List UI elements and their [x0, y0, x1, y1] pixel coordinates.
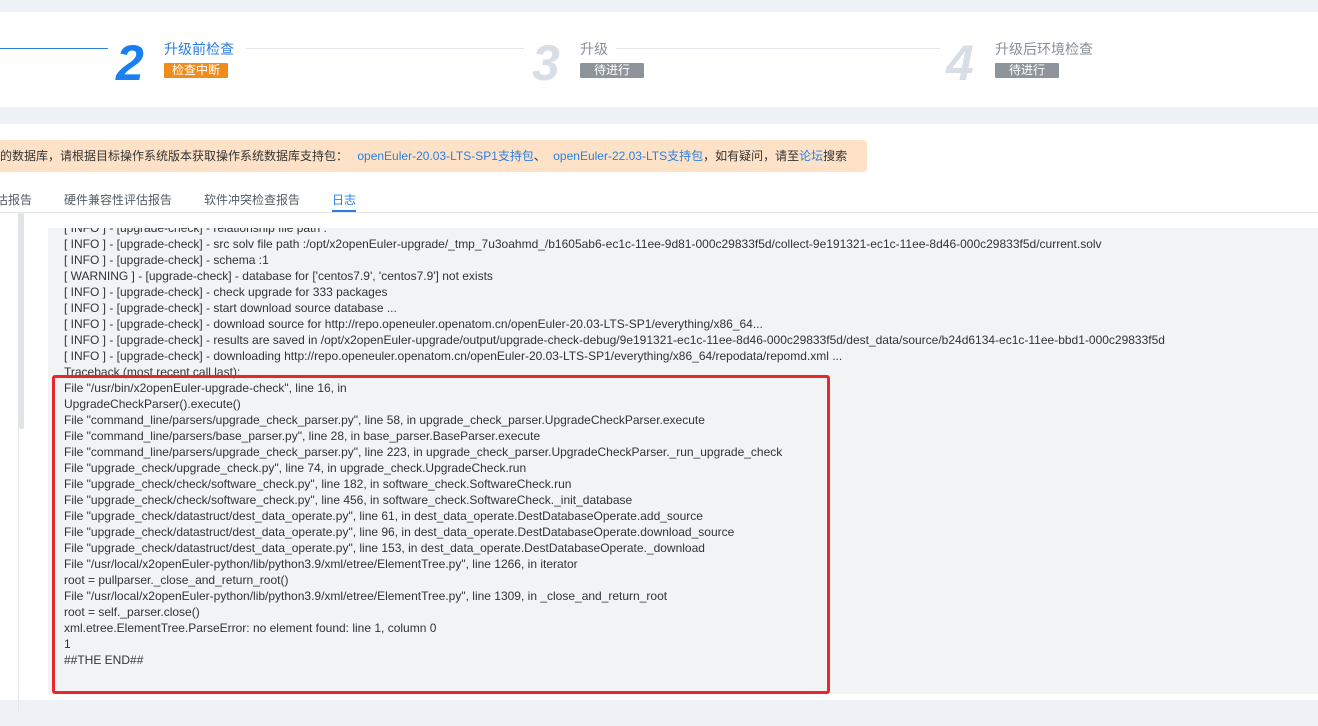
step-4-number: 4 — [946, 35, 974, 91]
log-line: File "/usr/local/x2openEuler-python/lib/… — [64, 589, 668, 603]
log-line: [ INFO ] - [upgrade-check] - results are… — [64, 333, 1165, 347]
log-line: File "command_line/parsers/upgrade_check… — [64, 413, 705, 427]
step-3-number: 3 — [532, 35, 560, 91]
step-connector — [246, 48, 524, 49]
log-line: [ INFO ] - [upgrade-check] - check upgra… — [64, 285, 388, 299]
step-3-title: 升级 — [580, 41, 608, 57]
scrollbar-thumb[interactable] — [19, 213, 24, 429]
log-line: File "/usr/bin/x2openEuler-upgrade-check… — [64, 381, 347, 395]
log-line: [ INFO ] - [upgrade-check] - relationshi… — [64, 228, 327, 235]
tab-log[interactable]: 日志 — [332, 192, 356, 208]
step-3-status-badge: 待进行 — [580, 63, 644, 78]
tab-assessment-report[interactable]: 估报告 — [0, 192, 32, 208]
forum-link[interactable]: 论坛 — [799, 149, 823, 163]
log-line: [ INFO ] - [upgrade-check] - schema :1 — [64, 253, 269, 267]
log-line: [ WARNING ] - [upgrade-check] - database… — [64, 269, 493, 283]
step-2-status-badge: 检查中断 — [164, 63, 228, 78]
log-line: File "upgrade_check/datastruct/dest_data… — [64, 525, 735, 539]
log-line: File "/usr/local/x2openEuler-python/lib/… — [64, 557, 578, 571]
log-line: File "upgrade_check/check/software_check… — [64, 493, 633, 507]
notice-text-end: 搜索 — [823, 149, 848, 163]
log-line: root = self._parser.close() — [64, 605, 200, 619]
database-notice: 的数据库，请根据目标操作系统版本获取操作系统数据库支持包： openEuler-… — [0, 140, 867, 172]
notice-text: 的数据库，请根据目标操作系统版本获取操作系统数据库支持包： — [0, 149, 349, 163]
log-panel[interactable]: [ INFO ] - [upgrade-check] - relationshi… — [48, 228, 1318, 694]
log-line: File "upgrade_check/check/software_check… — [64, 477, 572, 491]
sp1-package-link[interactable]: openEuler-20.03-LTS-SP1支持包 — [357, 149, 534, 163]
log-line: File "upgrade_check/datastruct/dest_data… — [64, 509, 703, 523]
log-line: File "command_line/parsers/base_parser.p… — [64, 429, 541, 443]
step-4-status-badge: 待进行 — [995, 63, 1059, 78]
tab-hardware-compat-report[interactable]: 硬件兼容性评估报告 — [64, 192, 172, 208]
log-line: File "upgrade_check/datastruct/dest_data… — [64, 541, 705, 555]
log-line: 1 — [64, 637, 71, 651]
log-line: root = pullparser._close_and_return_root… — [64, 573, 289, 587]
step-2-title: 升级前检查 — [164, 41, 234, 57]
step-2-number: 2 — [116, 35, 144, 91]
log-line: [ INFO ] - [upgrade-check] - src solv fi… — [64, 237, 1102, 251]
log-line: File "upgrade_check/upgrade_check.py", l… — [64, 461, 527, 475]
step-connector — [616, 48, 940, 49]
tab-software-conflict-report[interactable]: 软件冲突检查报告 — [204, 192, 300, 208]
log-line: UpgradeCheckParser().execute() — [64, 397, 241, 411]
step-connector — [0, 48, 108, 49]
log-line: Traceback (most recent call last): — [64, 365, 241, 379]
log-line: ##THE END## — [64, 653, 144, 667]
report-tabs: 估报告 硬件兼容性评估报告 软件冲突检查报告 日志 — [0, 190, 1318, 213]
log-line: [ INFO ] - [upgrade-check] - download so… — [64, 317, 763, 331]
notice-separator: 、 — [533, 149, 546, 163]
log-content: [ INFO ] - [upgrade-check] - relationshi… — [64, 228, 1165, 668]
log-line: [ INFO ] - [upgrade-check] - downloading… — [64, 349, 843, 363]
step-4-title: 升级后环境检查 — [995, 41, 1093, 57]
report-card: 的数据库，请根据目标操作系统版本获取操作系统数据库支持包： openEuler-… — [0, 124, 1318, 713]
log-line: File "command_line/parsers/upgrade_check… — [64, 445, 783, 459]
steps-card: 2 升级前检查 检查中断 3 升级 待进行 4 升级后环境检查 待进行 — [0, 12, 1318, 107]
lts-package-link[interactable]: openEuler-22.03-LTS支持包 — [553, 149, 703, 163]
active-tab-indicator — [332, 210, 356, 212]
log-line: xml.etree.ElementTree.ParseError: no ele… — [64, 621, 437, 635]
log-line: [ INFO ] - [upgrade-check] - start downl… — [64, 301, 397, 315]
notice-text-mid: ，如有疑问，请至 — [703, 149, 800, 163]
